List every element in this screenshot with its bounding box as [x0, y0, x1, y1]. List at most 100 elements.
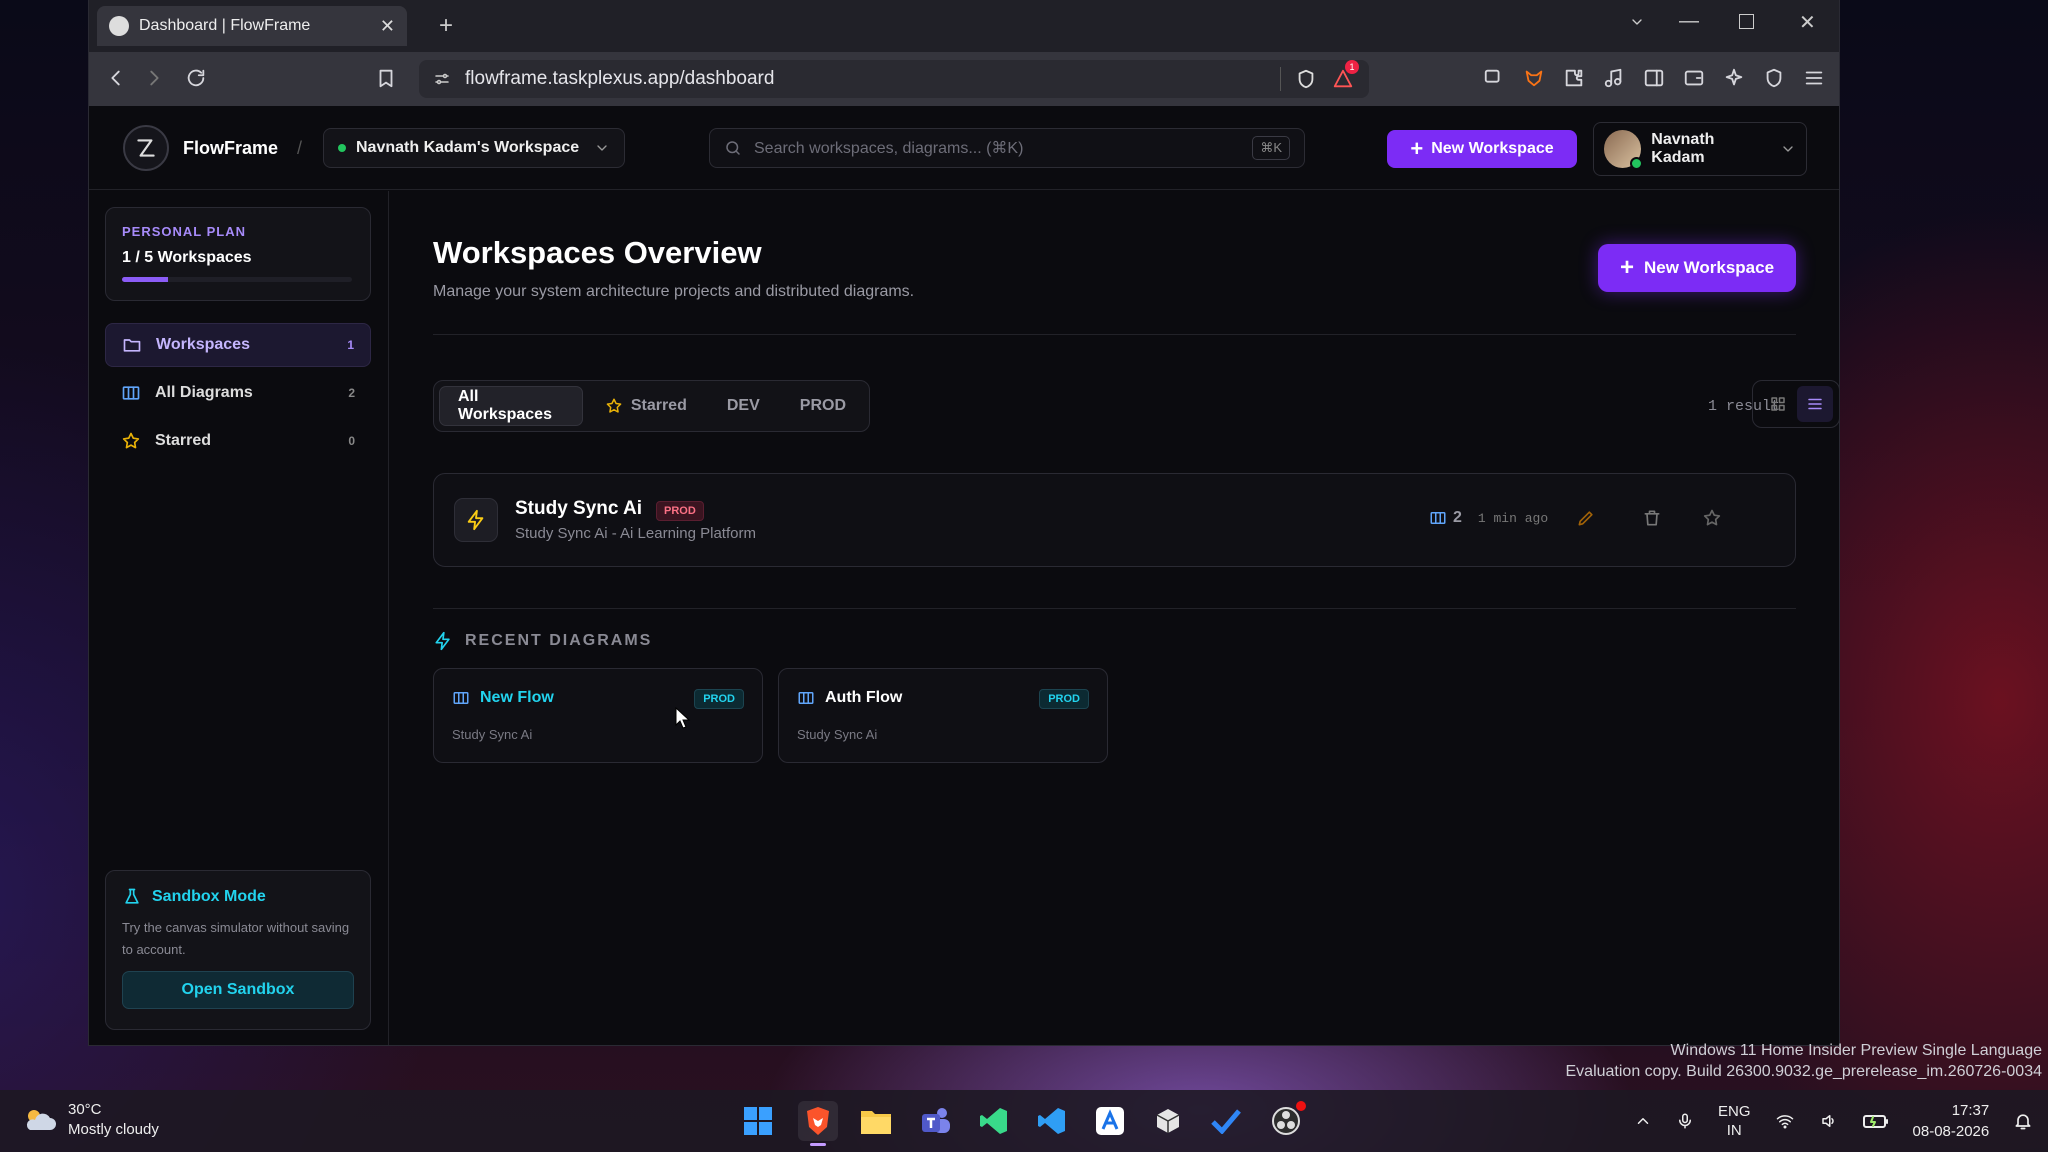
sandbox-title: Sandbox Mode: [152, 888, 266, 905]
language-indicator[interactable]: ENG IN: [1718, 1102, 1751, 1140]
recent-diagrams-heading: RECENT DIAGRAMS: [433, 631, 652, 651]
menu-icon[interactable]: [1803, 67, 1825, 89]
language-line-2: IN: [1726, 1122, 1742, 1139]
lightning-icon: [454, 498, 498, 542]
terminal-cube-icon[interactable]: [1148, 1101, 1188, 1141]
minimize-icon[interactable]: —: [1679, 10, 1699, 33]
header-new-workspace-button[interactable]: + New Workspace: [1387, 130, 1577, 168]
workspace-switcher-label: Navnath Kadam's Workspace: [356, 139, 580, 156]
diagram-card-auth-flow[interactable]: Auth Flow PROD Study Sync Ai: [778, 668, 1108, 763]
delete-icon[interactable]: [1642, 508, 1662, 528]
brand-name[interactable]: FlowFrame: [183, 138, 278, 159]
workspace-switcher[interactable]: Navnath Kadam's Workspace: [323, 128, 625, 168]
arc-app-icon[interactable]: [1090, 1101, 1130, 1141]
sidebar-item-starred[interactable]: Starred 0: [105, 419, 371, 463]
close-window-icon[interactable]: ✕: [1799, 10, 1816, 35]
tab-all-workspaces[interactable]: All Workspaces: [439, 386, 583, 426]
sidebar-item-all-diagrams[interactable]: All Diagrams 2: [105, 371, 371, 415]
view-toggle: [1752, 380, 1839, 428]
filter-label: DEV: [726, 397, 760, 414]
windows-watermark: Windows 11 Home Insider Preview Single L…: [1566, 1040, 2043, 1082]
grid-view-icon[interactable]: [1760, 386, 1796, 422]
chevron-down-icon: [1780, 141, 1796, 157]
vpn-icon[interactable]: [1763, 67, 1785, 89]
extensions-icon[interactable]: [1563, 67, 1585, 89]
recording-dot-icon: [1296, 1101, 1306, 1111]
microphone-icon[interactable]: [1676, 1111, 1694, 1131]
status-badge: PROD: [1039, 689, 1089, 709]
chevron-up-icon[interactable]: [1634, 1112, 1652, 1130]
maximize-icon[interactable]: [1739, 14, 1754, 29]
wallet-icon[interactable]: [1683, 67, 1705, 89]
media-icon[interactable]: [1603, 67, 1625, 89]
tab-dev[interactable]: DEV: [709, 386, 778, 426]
tab-prod[interactable]: PROD: [782, 386, 864, 426]
search-input[interactable]: Search workspaces, diagrams... (⌘K) ⌘K: [709, 128, 1305, 168]
diagram-count-value: 2: [1453, 509, 1462, 526]
start-menu-icon[interactable]: [738, 1101, 778, 1141]
status-badge: PROD: [656, 501, 704, 521]
extension-fox-icon[interactable]: [1523, 67, 1545, 89]
visual-studio-icon[interactable]: [974, 1101, 1014, 1141]
vscode-icon[interactable]: [1032, 1101, 1072, 1141]
obs-icon[interactable]: [1266, 1101, 1306, 1141]
volume-icon[interactable]: [1819, 1112, 1839, 1130]
bookmark-icon[interactable]: [375, 67, 397, 89]
star-icon[interactable]: [1702, 508, 1722, 528]
workspace-card[interactable]: Study Sync Ai PROD Study Sync Ai - Ai Le…: [433, 473, 1796, 567]
new-workspace-button[interactable]: + New Workspace: [1598, 244, 1796, 292]
sandbox-heading: Sandbox Mode: [122, 887, 354, 907]
address-bar[interactable]: flowframe.taskplexus.app/dashboard 1: [419, 60, 1369, 98]
brave-browser-icon[interactable]: [798, 1101, 838, 1146]
battery-icon[interactable]: [1862, 1112, 1889, 1130]
avatar: [1604, 130, 1644, 170]
extension-translate-icon[interactable]: [1483, 67, 1505, 89]
plus-icon: +: [1410, 136, 1424, 161]
weather-widget[interactable]: 30°C Mostly cloudy: [22, 1100, 159, 1140]
site-settings-icon[interactable]: [433, 70, 451, 88]
teams-icon[interactable]: [916, 1101, 956, 1141]
sidebar-item-count: 0: [348, 434, 355, 448]
notifications-icon[interactable]: [2013, 1111, 2033, 1131]
diagram-card-new-flow[interactable]: New Flow PROD Study Sync Ai: [433, 668, 763, 763]
reload-icon[interactable]: [185, 67, 207, 89]
flowframe-logo-icon[interactable]: [123, 125, 169, 171]
close-tab-icon[interactable]: ✕: [380, 16, 395, 37]
leo-ai-icon[interactable]: [1723, 67, 1745, 89]
filter-label: PROD: [799, 397, 846, 414]
updated-time: 1 min ago: [1477, 510, 1549, 526]
active-indicator: [810, 1143, 826, 1146]
brave-shields-icon[interactable]: [1295, 68, 1317, 90]
open-sandbox-button[interactable]: Open Sandbox: [122, 971, 354, 1009]
file-explorer-icon[interactable]: [856, 1101, 896, 1141]
diagram-title: New Flow: [452, 689, 554, 707]
diagram-name: New Flow: [480, 689, 554, 706]
user-menu[interactable]: Navnath Kadam: [1593, 122, 1807, 176]
back-icon[interactable]: [105, 67, 127, 89]
edit-icon[interactable]: [1576, 508, 1596, 528]
sidebar-item-workspaces[interactable]: Workspaces 1: [105, 323, 371, 367]
browser-toolbar: flowframe.taskplexus.app/dashboard 1: [89, 52, 1839, 106]
browser-tab[interactable]: Dashboard | FlowFrame ✕: [97, 6, 407, 46]
rewards-icon[interactable]: 1: [1331, 60, 1359, 90]
plan-title: PERSONAL PLAN: [122, 224, 246, 239]
todo-icon[interactable]: [1206, 1101, 1246, 1141]
clock[interactable]: 17:37 08-08-2026: [1913, 1100, 1990, 1142]
forward-icon[interactable]: [143, 67, 165, 89]
tab-starred[interactable]: Starred: [587, 386, 705, 426]
star-icon: [121, 431, 141, 451]
new-tab-icon[interactable]: +: [439, 12, 453, 40]
search-icon: [724, 139, 742, 157]
diagram-count: 2: [1429, 509, 1462, 527]
tab-search-chevron-icon[interactable]: [1629, 14, 1645, 30]
sidebar-toggle-icon[interactable]: [1643, 67, 1665, 89]
weather-temp: 30°C: [68, 1101, 102, 1118]
divider: [433, 608, 1796, 609]
list-view-icon[interactable]: [1796, 386, 1833, 422]
folder-icon: [122, 335, 142, 355]
diagram-workspace: Study Sync Ai: [797, 727, 878, 742]
plan-progress-bar: [122, 277, 352, 282]
diagram-workspace: Study Sync Ai: [452, 727, 533, 742]
clock-date: 08-08-2026: [1912, 1123, 1990, 1140]
wifi-icon[interactable]: [1775, 1112, 1795, 1130]
